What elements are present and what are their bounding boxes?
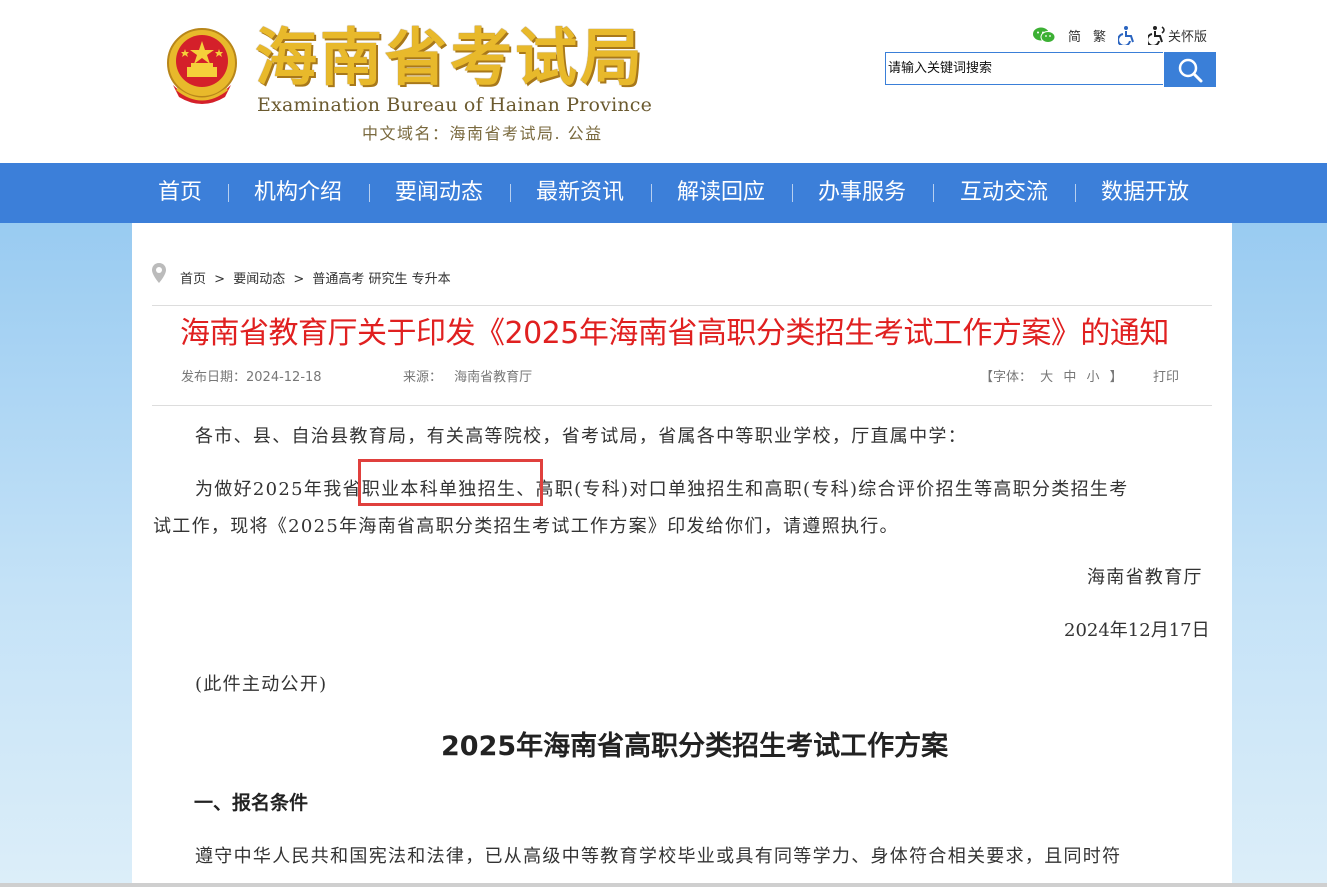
breadcrumb-separator: > bbox=[293, 272, 305, 287]
nav-divider bbox=[1075, 184, 1076, 202]
search-input[interactable]: 请输入关键词搜索 bbox=[885, 52, 1163, 85]
section-heading: 一、报名条件 bbox=[194, 792, 309, 814]
publish-date-label: 发布日期： bbox=[181, 370, 247, 385]
font-size-switcher: 【字体： 大 中 小 】 bbox=[980, 366, 1123, 385]
source-label: 来源： bbox=[403, 370, 443, 385]
site-logo-text[interactable]: 海南省考试局 bbox=[255, 20, 645, 96]
font-size-medium[interactable]: 中 bbox=[1063, 370, 1076, 385]
nav-item-news[interactable]: 要闻动态 bbox=[395, 163, 483, 223]
nav-divider bbox=[510, 184, 511, 202]
publish-date-value: 2024-12-18 bbox=[246, 370, 322, 385]
nav-divider bbox=[933, 184, 934, 202]
nav-item-latest[interactable]: 最新资讯 bbox=[536, 163, 624, 223]
highlight-annotation bbox=[358, 459, 543, 506]
search-button[interactable] bbox=[1164, 52, 1216, 87]
nav-item-interpretation[interactable]: 解读回应 bbox=[677, 163, 765, 223]
nav-divider bbox=[651, 184, 652, 202]
font-size-small[interactable]: 小 bbox=[1086, 370, 1099, 385]
nav-item-about[interactable]: 机构介绍 bbox=[254, 163, 342, 223]
care-mode-label: 关怀版 bbox=[1168, 29, 1208, 45]
horizontal-scrollbar[interactable] bbox=[0, 883, 1327, 887]
print-link[interactable]: 打印 bbox=[1153, 366, 1179, 385]
nav-divider bbox=[228, 184, 229, 202]
signature: 海南省教育厅 bbox=[1087, 567, 1203, 588]
search-icon bbox=[1178, 58, 1203, 82]
header-tools: 简 繁 关怀版 bbox=[1032, 24, 1207, 46]
source-value: 海南省教育厅 bbox=[454, 370, 533, 385]
breadcrumb-category[interactable]: 普通高考 研究生 专升本 bbox=[312, 272, 450, 287]
breadcrumb-separator: > bbox=[214, 272, 226, 287]
care-mode-link[interactable]: 关怀版 bbox=[1148, 25, 1207, 45]
location-pin-icon bbox=[151, 262, 167, 288]
breadcrumb-home[interactable]: 首页 bbox=[180, 272, 206, 287]
main-nav: 首页 机构介绍 要闻动态 最新资讯 解读回应 办事服务 互动交流 数据开放 bbox=[0, 163, 1327, 223]
section-paragraph: 遵守中华人民共和国宪法和法律，已从高级中等教育学校毕业或具有同等学力、身体符合相… bbox=[195, 846, 1122, 867]
chinese-domain-name: 中文域名：海南省考试局. 公益 bbox=[362, 124, 603, 143]
publish-date: 发布日期：2024-12-18 bbox=[181, 366, 322, 385]
simplified-chinese-link[interactable]: 简 bbox=[1068, 26, 1081, 45]
nav-item-home[interactable]: 首页 bbox=[158, 163, 202, 223]
traditional-chinese-link[interactable]: 繁 bbox=[1093, 26, 1106, 45]
national-emblem-icon bbox=[163, 25, 241, 109]
accessibility-icon[interactable] bbox=[1118, 25, 1136, 45]
font-size-label: 【字体： bbox=[980, 370, 1033, 385]
plan-title: 2025年海南省高职分类招生考试工作方案 bbox=[441, 731, 949, 762]
article-title: 海南省教育厅关于印发《2025年海南省高职分类招生考试工作方案》的通知 bbox=[180, 316, 1169, 351]
paragraph-line: 为做好2025年我省职业本科单独招生、高职(专科)对口单独招生和高职(专科)综合… bbox=[195, 479, 1129, 500]
divider bbox=[152, 405, 1212, 406]
salutation: 各市、县、自治县教育局，有关高等院校，省考试局，省属各中等职业学校，厅直属中学： bbox=[195, 426, 967, 447]
issue-date: 2024年12月17日 bbox=[1064, 620, 1210, 641]
divider bbox=[152, 305, 1212, 306]
font-size-large[interactable]: 大 bbox=[1040, 370, 1053, 385]
wechat-icon[interactable] bbox=[1032, 26, 1056, 44]
nav-item-services[interactable]: 办事服务 bbox=[818, 163, 906, 223]
disclosure-note: (此件主动公开) bbox=[195, 674, 328, 695]
paragraph-line: 试工作，现将《2025年海南省高职分类招生考试工作方案》印发给你们，请遵照执行。 bbox=[153, 516, 899, 537]
article-source: 来源： 海南省教育厅 bbox=[403, 366, 532, 385]
breadcrumb: 首页 > 要闻动态 > 普通高考 研究生 专升本 bbox=[180, 268, 455, 287]
font-size-close: 】 bbox=[1109, 370, 1123, 385]
nav-divider bbox=[369, 184, 370, 202]
breadcrumb-news[interactable]: 要闻动态 bbox=[233, 272, 285, 287]
site-logo-english: Examination Bureau of Hainan Province bbox=[257, 94, 653, 116]
nav-item-open-data[interactable]: 数据开放 bbox=[1101, 163, 1189, 223]
nav-divider bbox=[792, 184, 793, 202]
care-mode-icon bbox=[1148, 26, 1165, 45]
nav-item-interaction[interactable]: 互动交流 bbox=[960, 163, 1048, 223]
